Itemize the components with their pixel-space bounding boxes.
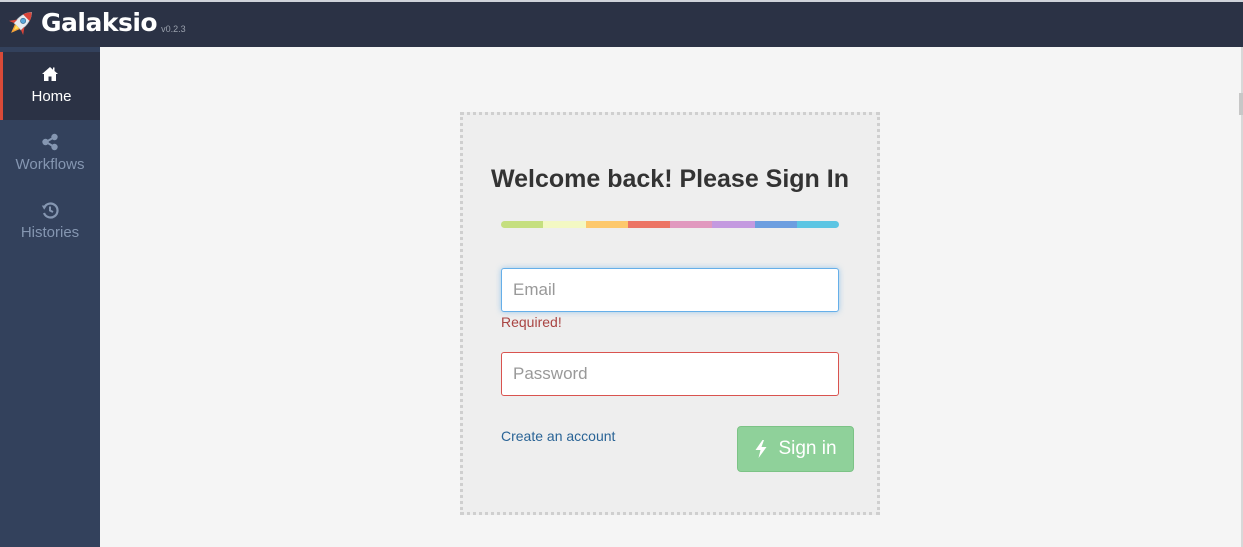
app-name: Galaksio (41, 8, 158, 37)
rocket-icon (8, 12, 32, 36)
password-field[interactable] (501, 352, 839, 396)
rainbow-segment (501, 221, 544, 228)
brand[interactable]: Galaksio v0.2.3 (4, 6, 186, 40)
sidebar-item-label: Home (31, 88, 72, 105)
rainbow-divider (501, 221, 839, 228)
sidebar-item-label: Workflows (15, 156, 85, 173)
email-field[interactable] (501, 268, 839, 312)
rainbow-segment (670, 221, 713, 228)
sidebar-item-label: Histories (20, 224, 80, 241)
app-version: v0.2.3 (161, 24, 186, 34)
sign-in-label: Sign in (778, 438, 837, 459)
scrollbar-handle[interactable] (1239, 93, 1243, 115)
rainbow-segment (796, 221, 839, 228)
rainbow-segment (712, 221, 755, 228)
history-icon (41, 202, 59, 219)
rainbow-segment (627, 221, 670, 228)
sidebar: Home Workflows Histories (0, 47, 100, 547)
rainbow-segment (754, 221, 797, 228)
sidebar-item-home[interactable]: Home (0, 52, 100, 120)
rainbow-segment (585, 221, 628, 228)
sidebar-item-histories[interactable]: Histories (0, 188, 100, 256)
home-icon (42, 67, 58, 81)
bolt-icon (755, 440, 767, 458)
rainbow-segment (543, 221, 586, 228)
share-icon (42, 133, 58, 151)
login-panel: Welcome back! Please Sign In Required! C… (460, 112, 880, 515)
top-navbar: Galaksio v0.2.3 (0, 0, 1243, 47)
email-error-message: Required! (501, 314, 562, 330)
create-account-link[interactable]: Create an account (501, 428, 615, 444)
sidebar-item-workflows[interactable]: Workflows (0, 120, 100, 188)
sign-in-button[interactable]: Sign in (737, 426, 854, 472)
login-title: Welcome back! Please Sign In (490, 165, 849, 193)
